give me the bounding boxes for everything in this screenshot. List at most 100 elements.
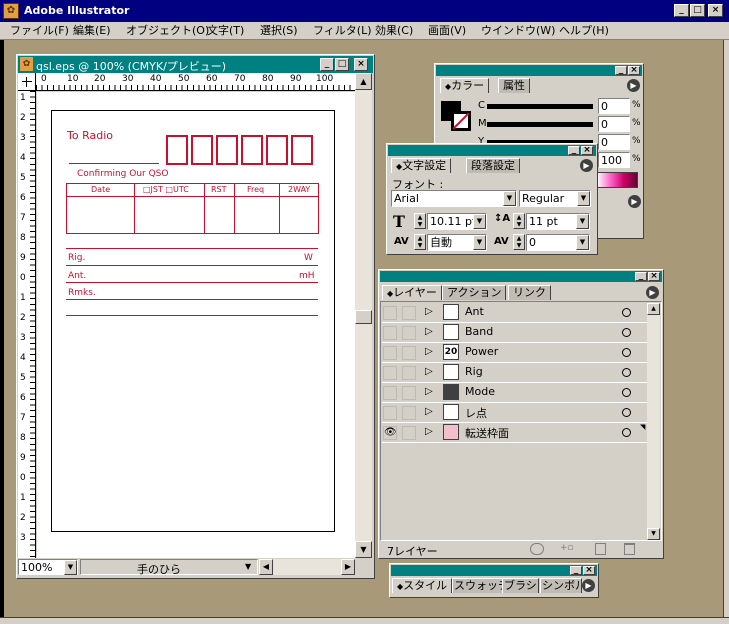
layer-row[interactable]: ▷ 20 Power (382, 343, 647, 363)
tab-actions[interactable]: アクション (442, 285, 507, 300)
kerning-dropdown-button[interactable]: ▼ (473, 235, 486, 250)
menu-window[interactable]: ウインドウ(W) (481, 23, 555, 39)
color-panel-menu-button[interactable]: ▶ (627, 79, 640, 92)
expand-triangle-icon[interactable]: ▷ (425, 306, 433, 317)
tab-layers[interactable]: ◆レイヤー (382, 285, 442, 300)
target-circle-icon[interactable] (622, 368, 631, 377)
lock-toggle[interactable] (402, 426, 416, 440)
color-panel-close-button[interactable]: × (628, 66, 640, 75)
layer-row[interactable]: ▷ Mode (382, 383, 647, 403)
scroll-right-button[interactable]: ▶ (341, 559, 355, 575)
menu-filter[interactable]: フィルタ(L) (313, 23, 372, 39)
lower-panel-menu-button[interactable]: ▶ (628, 195, 641, 208)
style-panel-close-button[interactable]: × (583, 566, 595, 575)
layers-scrollbar[interactable]: ▲ ▼ (647, 303, 660, 540)
character-panel-minimize-button[interactable]: _ (568, 146, 580, 155)
layer-row[interactable]: ▷ Ant (382, 303, 647, 323)
visibility-toggle[interactable] (383, 386, 397, 400)
horizontal-scroll-track[interactable] (273, 559, 341, 575)
expand-triangle-icon[interactable]: ▷ (425, 386, 433, 397)
visibility-toggle[interactable] (383, 346, 397, 360)
channel-m-field[interactable]: 0 (598, 116, 630, 132)
layers-panel-close-button[interactable]: × (648, 272, 660, 281)
layers-scroll-up-button[interactable]: ▲ (647, 303, 660, 315)
delete-layer-icon[interactable] (624, 543, 635, 555)
tab-links[interactable]: リンク (508, 285, 551, 300)
new-sublayer-icon[interactable]: +▫ (560, 543, 576, 555)
visibility-toggle[interactable] (383, 366, 397, 380)
lock-toggle[interactable] (402, 326, 416, 340)
lock-toggle[interactable] (402, 306, 416, 320)
close-button[interactable]: × (708, 4, 723, 17)
menu-view[interactable]: 画面(V) (428, 23, 466, 39)
resize-grip[interactable] (357, 559, 373, 575)
leading-dropdown-button[interactable]: ▼ (576, 214, 589, 229)
character-panel-menu-button[interactable]: ▶ (580, 159, 593, 172)
lock-toggle[interactable] (402, 366, 416, 380)
scroll-down-button[interactable]: ▼ (355, 541, 372, 558)
target-circle-icon[interactable] (622, 308, 631, 317)
illustrator-app-icon[interactable]: ✿ (3, 3, 19, 19)
expand-triangle-icon[interactable]: ▷ (425, 326, 433, 337)
tracking-dropdown-button[interactable]: ▼ (576, 235, 589, 250)
expand-triangle-icon[interactable]: ▷ (425, 366, 433, 377)
kerning-stepper[interactable]: ▲ ▼ (414, 234, 426, 250)
minimize-button[interactable]: _ (674, 4, 689, 17)
target-circle-icon[interactable] (622, 388, 631, 397)
tracking-stepper[interactable]: ▲ ▼ (513, 234, 525, 250)
tab-brushes[interactable]: ブラシ (502, 578, 539, 593)
leading-stepper[interactable]: ▲ ▼ (513, 213, 525, 229)
layer-row[interactable]: ▷ Rig (382, 363, 647, 383)
layers-panel-titlebar[interactable]: _ × (380, 271, 662, 282)
doc-close-button[interactable]: × (354, 58, 368, 71)
tab-symbols[interactable]: シンボル (540, 578, 582, 593)
channel-k-field[interactable]: 100 (598, 152, 630, 168)
scroll-thumb[interactable] (355, 310, 372, 324)
font-field[interactable]: Arial (391, 190, 517, 207)
menu-type[interactable]: 文字(T) (207, 23, 244, 39)
visibility-toggle[interactable] (383, 406, 397, 420)
style-panel-titlebar[interactable]: _ × (391, 565, 597, 576)
menu-effect[interactable]: 効果(C) (375, 23, 413, 39)
font-size-dropdown-button[interactable]: ▼ (473, 214, 486, 229)
character-panel-close-button[interactable]: × (581, 146, 593, 155)
doc-minimize-button[interactable]: _ (320, 58, 334, 71)
expand-triangle-icon[interactable]: ▷ (425, 406, 433, 417)
doc-maximize-button[interactable]: □ (335, 58, 349, 71)
menu-help[interactable]: ヘルプ(H) (559, 23, 609, 39)
target-circle-icon[interactable] (622, 408, 631, 417)
lock-toggle[interactable] (402, 386, 416, 400)
menu-object[interactable]: オブジェクト(O) (126, 23, 209, 39)
visibility-toggle[interactable] (383, 306, 397, 320)
color-panel-titlebar[interactable]: _ × (436, 65, 642, 76)
color-panel-minimize-button[interactable]: _ (615, 66, 627, 75)
zoom-dropdown-button[interactable]: ▼ (64, 560, 77, 575)
tab-swatches[interactable]: スウォッチ (452, 578, 504, 593)
ruler-origin[interactable] (18, 73, 36, 90)
channel-m-slider[interactable] (487, 122, 593, 127)
character-panel-titlebar[interactable]: _ × (388, 145, 596, 156)
color-spectrum-bar[interactable] (596, 172, 638, 188)
expand-triangle-icon[interactable]: ▷ (425, 346, 433, 357)
menu-file[interactable]: ファイル(F) (10, 23, 69, 39)
menu-edit[interactable]: 編集(E) (73, 23, 111, 39)
channel-c-slider[interactable] (487, 104, 593, 109)
channel-c-field[interactable]: 0 (598, 98, 630, 114)
font-size-stepper[interactable]: ▲ ▼ (414, 213, 426, 229)
scroll-left-button[interactable]: ◀ (259, 559, 273, 575)
tab-color[interactable]: ◆カラー (440, 78, 490, 93)
target-circle-icon[interactable] (622, 348, 631, 357)
layers-panel-menu-button[interactable]: ▶ (646, 286, 659, 299)
visibility-toggle[interactable] (383, 326, 397, 340)
style-dropdown-button[interactable]: ▼ (577, 191, 590, 206)
tab-character[interactable]: ◆文字設定 (391, 158, 452, 173)
new-layer-icon[interactable] (595, 543, 606, 555)
layer-row[interactable]: 👁 ▷ 転送枠面 ◥ (382, 423, 647, 443)
layer-row[interactable]: ▷ レ点 (382, 403, 647, 423)
tab-paragraph[interactable]: 段落設定 (466, 158, 520, 173)
maximize-button[interactable]: □ (690, 4, 705, 17)
style-panel-minimize-button[interactable]: _ (570, 566, 582, 575)
layers-scroll-down-button[interactable]: ▼ (647, 528, 660, 540)
visibility-toggle[interactable]: 👁 (383, 426, 397, 440)
style-panel-menu-button[interactable]: ▶ (582, 579, 595, 592)
